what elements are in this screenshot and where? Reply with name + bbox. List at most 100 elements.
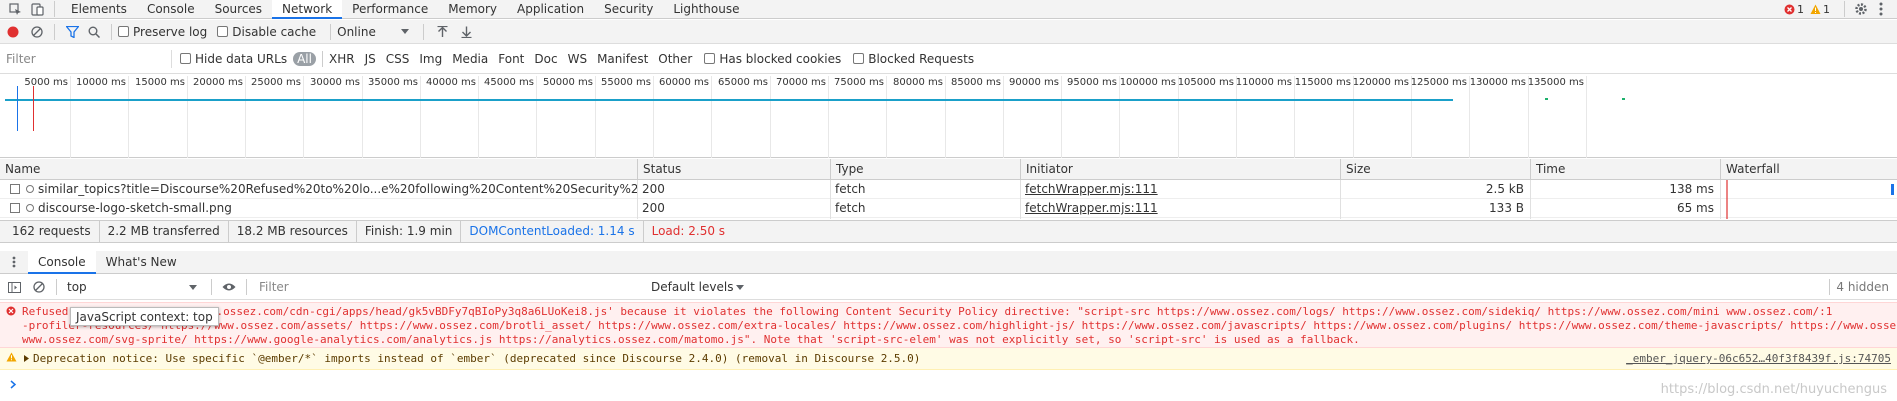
timeline-tick-label: 100000 ms	[1119, 77, 1176, 88]
column-type[interactable]: Type	[830, 159, 1020, 180]
import-har-icon[interactable]	[430, 25, 454, 38]
warning-count-icon[interactable]	[1810, 4, 1821, 15]
warning-source-link[interactable]: _ember_jquery-06c652…40f3f8439f.js:74705	[1626, 352, 1891, 365]
watermark-text: https://blog.csdn.net/huyuchengus	[1660, 382, 1887, 397]
live-expression-eye-icon[interactable]	[218, 282, 240, 292]
filter-type-xhr[interactable]: XHR	[329, 52, 355, 66]
filter-type-all[interactable]: All	[293, 51, 316, 66]
console-filter-input[interactable]: Filter	[253, 278, 645, 296]
search-icon[interactable]	[83, 26, 105, 38]
timeline-gridline	[1003, 76, 1004, 158]
timeline-tick-label: 80000 ms	[893, 77, 943, 88]
column-initiator[interactable]: Initiator	[1020, 159, 1340, 180]
waterfall-bar	[1891, 184, 1894, 195]
tab-sources[interactable]: Sources	[205, 0, 272, 19]
table-row[interactable]: discourse-logo-sketch-small.png 200 fetc…	[0, 199, 1897, 218]
settings-gear-icon[interactable]	[1851, 2, 1871, 16]
preserve-log-checkbox[interactable]	[118, 26, 129, 37]
network-toolbar: Preserve log Disable cache Online	[0, 20, 1897, 44]
timeline-gridline	[1469, 76, 1470, 158]
column-name[interactable]: Name	[0, 159, 637, 180]
timeline-gridline	[187, 76, 188, 158]
device-toolbar-icon[interactable]	[26, 0, 48, 19]
tab-security[interactable]: Security	[594, 0, 663, 19]
timeline-tick-label: 85000 ms	[951, 77, 1001, 88]
summary-requests: 162 requests	[0, 221, 100, 242]
filter-input[interactable]: Filter	[0, 49, 172, 68]
dropdown-arrow-icon[interactable]	[187, 284, 199, 290]
timeline-tick-label: 40000 ms	[426, 77, 476, 88]
column-waterfall[interactable]: Waterfall	[1720, 159, 1897, 180]
filter-type-js[interactable]: JS	[365, 52, 376, 66]
timeline-tick-label: 25000 ms	[251, 77, 301, 88]
tab-console[interactable]: Console	[137, 0, 205, 19]
drawer-tab-whats-new[interactable]: What's New	[96, 251, 187, 274]
timeline-gridline	[653, 76, 654, 158]
network-overview-timeline[interactable]: 5000 ms 10000 ms 15000 ms 20000 ms 25000 ms 3…	[0, 76, 1897, 158]
filter-type-css[interactable]: CSS	[386, 52, 410, 66]
tab-network[interactable]: Network	[272, 0, 343, 19]
tab-elements[interactable]: Elements	[61, 0, 137, 19]
throttling-select[interactable]: Online	[337, 25, 399, 39]
filter-type-doc[interactable]: Doc	[534, 52, 557, 66]
column-divider	[1340, 180, 1341, 219]
dom-content-loaded-marker	[17, 86, 18, 131]
filter-type-other[interactable]: Other	[658, 52, 692, 66]
tab-memory[interactable]: Memory	[438, 0, 507, 19]
row-time: 65 ms	[1676, 201, 1714, 215]
table-row[interactable]: similar_topics?title=Discourse%20Refused…	[0, 180, 1897, 199]
disable-cache-checkbox[interactable]	[217, 26, 229, 37]
more-options-icon[interactable]	[1871, 2, 1891, 16]
console-sidebar-icon[interactable]	[0, 281, 28, 293]
row-initiator-link[interactable]: fetchWrapper.mjs:111	[1020, 199, 1340, 218]
filter-type-img[interactable]: Img	[419, 52, 442, 66]
tab-application[interactable]: Application	[507, 0, 594, 19]
timeline-gridline	[770, 76, 771, 158]
column-divider	[637, 180, 638, 219]
row-status: 200	[642, 182, 665, 196]
timeline-tick-label: 115000 ms	[1294, 77, 1351, 88]
timeline-gridline	[886, 76, 887, 158]
error-count-icon[interactable]	[1784, 4, 1795, 15]
dropdown-arrow-icon[interactable]	[733, 284, 747, 290]
clear-console-icon[interactable]	[28, 281, 50, 293]
devtools-tabbar: Elements Console Sources Network Perform…	[0, 0, 1897, 19]
execution-context-select[interactable]: top	[63, 280, 187, 294]
column-status[interactable]: Status	[637, 159, 830, 180]
timeline-tick-label: 70000 ms	[776, 77, 826, 88]
has-blocked-cookies-label: Has blocked cookies	[719, 51, 842, 66]
hide-data-urls-checkbox[interactable]	[180, 53, 191, 64]
log-levels-select[interactable]: Default levels	[651, 280, 733, 294]
blocked-requests-checkbox[interactable]	[853, 53, 865, 64]
tab-performance[interactable]: Performance	[342, 0, 438, 19]
expand-triangle-icon[interactable]	[24, 355, 29, 362]
timeline-gridline	[128, 76, 129, 158]
filter-type-font[interactable]: Font	[498, 52, 524, 66]
filter-funnel-icon[interactable]	[61, 25, 83, 38]
divider	[330, 23, 332, 40]
clear-icon[interactable]	[26, 25, 48, 38]
column-size[interactable]: Size	[1340, 159, 1530, 180]
timeline-gridline	[362, 76, 363, 158]
summary-resources: 18.2 MB resources	[229, 221, 357, 242]
console-prompt[interactable]	[0, 372, 1897, 396]
drawer-menu-icon[interactable]	[0, 256, 28, 268]
console-error-message[interactable]: Refused 'https://www.ossez.com/cdn-cgi/a…	[0, 302, 1897, 348]
filter-type-manifest[interactable]: Manifest	[597, 52, 648, 66]
console-warning-message[interactable]: Deprecation notice: Use specific `@ember…	[0, 348, 1897, 370]
column-time[interactable]: Time	[1530, 159, 1720, 180]
has-blocked-cookies-checkbox[interactable]	[704, 53, 716, 64]
filter-type-media[interactable]: Media	[452, 52, 488, 66]
filter-type-ws[interactable]: WS	[568, 52, 587, 66]
row-initiator-link[interactable]: fetchWrapper.mjs:111	[1020, 180, 1340, 199]
record-icon[interactable]	[0, 26, 26, 38]
inspect-element-icon[interactable]	[4, 0, 26, 19]
row-time: 138 ms	[1669, 182, 1714, 196]
drawer-tab-console[interactable]: Console	[28, 250, 96, 274]
tab-lighthouse[interactable]: Lighthouse	[663, 0, 749, 19]
dropdown-arrow-icon[interactable]	[399, 29, 411, 34]
timeline-tick-label: 45000 ms	[484, 77, 534, 88]
column-divider	[1020, 180, 1021, 219]
export-har-icon[interactable]	[454, 26, 478, 38]
timeline-gridline	[1061, 76, 1062, 158]
